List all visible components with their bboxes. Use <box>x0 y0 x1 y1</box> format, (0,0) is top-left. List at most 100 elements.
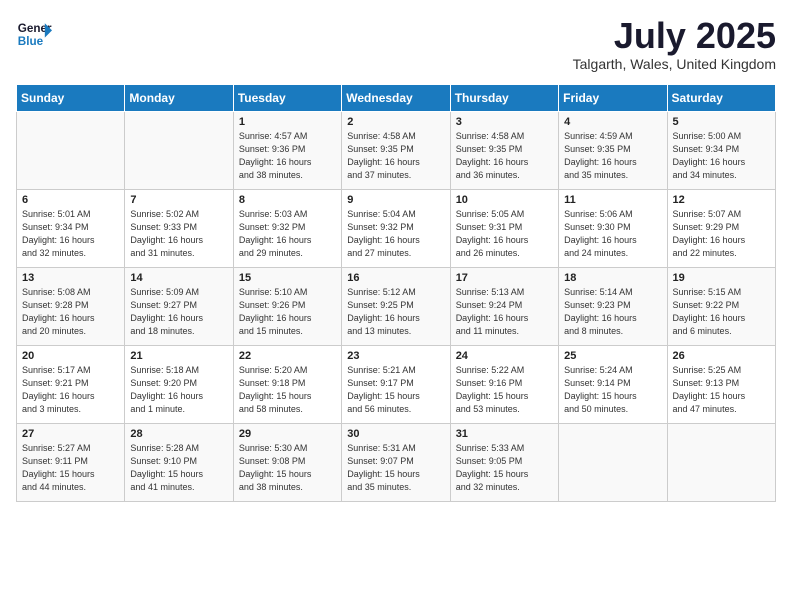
day-info: Sunrise: 4:58 AMSunset: 9:35 PMDaylight:… <box>456 130 553 182</box>
calendar-cell: 11Sunrise: 5:06 AMSunset: 9:30 PMDayligh… <box>559 189 667 267</box>
calendar-cell: 20Sunrise: 5:17 AMSunset: 9:21 PMDayligh… <box>17 345 125 423</box>
day-info: Sunrise: 5:00 AMSunset: 9:34 PMDaylight:… <box>673 130 770 182</box>
day-info: Sunrise: 5:08 AMSunset: 9:28 PMDaylight:… <box>22 286 119 338</box>
calendar-cell: 2 Sunrise: 4:58 AMSunset: 9:35 PMDaylight… <box>342 111 450 189</box>
day-number: 14 <box>130 272 227 284</box>
calendar-cell: 8Sunrise: 5:03 AMSunset: 9:32 PMDaylight… <box>233 189 341 267</box>
calendar-cell: 13 Sunrise: 5:08 AMSunset: 9:28 PMDayligh… <box>17 267 125 345</box>
day-info: Sunrise: 5:01 AMSunset: 9:34 PMDaylight:… <box>22 208 119 260</box>
calendar-cell: 9 Sunrise: 5:04 AMSunset: 9:32 PMDaylight… <box>342 189 450 267</box>
day-info: Sunrise: 5:09 AMSunset: 9:27 PMDaylight:… <box>130 286 227 338</box>
day-number: 9 <box>347 194 444 206</box>
day-number: 11 <box>564 194 661 206</box>
calendar-cell: 30 Sunrise: 5:31 AMSunset: 9:07 PMDayligh… <box>342 423 450 501</box>
calendar-cell: 7Sunrise: 5:02 AMSunset: 9:33 PMDaylight… <box>125 189 233 267</box>
week-row-4: 20Sunrise: 5:17 AMSunset: 9:21 PMDayligh… <box>17 345 776 423</box>
weekday-header-wednesday: Wednesday <box>342 84 450 111</box>
weekday-header-row: SundayMondayTuesdayWednesdayThursdayFrid… <box>17 84 776 111</box>
day-info: Sunrise: 5:30 AMSunset: 9:08 PMDaylight:… <box>239 442 336 494</box>
day-number: 13 <box>22 272 119 284</box>
day-info: Sunrise: 5:05 AMSunset: 9:31 PMDaylight:… <box>456 208 553 260</box>
calendar-cell: 28Sunrise: 5:28 AMSunset: 9:10 PMDayligh… <box>125 423 233 501</box>
day-info: Sunrise: 5:15 AMSunset: 9:22 PMDaylight:… <box>673 286 770 338</box>
calendar-cell <box>125 111 233 189</box>
calendar-cell: 24 Sunrise: 5:22 AMSunset: 9:16 PMDayligh… <box>450 345 558 423</box>
calendar-cell <box>667 423 775 501</box>
day-number: 4 <box>564 116 661 128</box>
calendar-cell <box>17 111 125 189</box>
day-number: 22 <box>239 350 336 362</box>
day-info: Sunrise: 5:31 AMSunset: 9:07 PMDaylight:… <box>347 442 444 494</box>
page-header: General Blue July 2025 Talgarth, Wales, … <box>16 16 776 72</box>
day-info: Sunrise: 5:12 AMSunset: 9:25 PMDaylight:… <box>347 286 444 338</box>
weekday-header-thursday: Thursday <box>450 84 558 111</box>
day-number: 5 <box>673 116 770 128</box>
day-info: Sunrise: 5:33 AMSunset: 9:05 PMDaylight:… <box>456 442 553 494</box>
day-info: Sunrise: 5:07 AMSunset: 9:29 PMDaylight:… <box>673 208 770 260</box>
day-number: 29 <box>239 428 336 440</box>
day-info: Sunrise: 4:58 AMSunset: 9:35 PMDaylight:… <box>347 130 444 182</box>
day-info: Sunrise: 4:59 AMSunset: 9:35 PMDaylight:… <box>564 130 661 182</box>
logo: General Blue <box>16 16 52 52</box>
calendar-table: SundayMondayTuesdayWednesdayThursdayFrid… <box>16 84 776 502</box>
calendar-cell: 14 Sunrise: 5:09 AMSunset: 9:27 PMDayligh… <box>125 267 233 345</box>
week-row-1: 1 Sunrise: 4:57 AMSunset: 9:36 PMDaylight… <box>17 111 776 189</box>
day-number: 17 <box>456 272 553 284</box>
day-info: Sunrise: 5:18 AMSunset: 9:20 PMDaylight:… <box>130 364 227 416</box>
title-block: July 2025 Talgarth, Wales, United Kingdo… <box>573 16 776 72</box>
day-number: 24 <box>456 350 553 362</box>
day-number: 1 <box>239 116 336 128</box>
day-info: Sunrise: 4:57 AMSunset: 9:36 PMDaylight:… <box>239 130 336 182</box>
logo-icon: General Blue <box>16 16 52 52</box>
day-number: 27 <box>22 428 119 440</box>
weekday-header-saturday: Saturday <box>667 84 775 111</box>
calendar-cell: 17 Sunrise: 5:13 AMSunset: 9:24 PMDayligh… <box>450 267 558 345</box>
day-info: Sunrise: 5:25 AMSunset: 9:13 PMDaylight:… <box>673 364 770 416</box>
day-number: 3 <box>456 116 553 128</box>
day-number: 23 <box>347 350 444 362</box>
location-subtitle: Talgarth, Wales, United Kingdom <box>573 56 776 72</box>
calendar-cell: 26Sunrise: 5:25 AMSunset: 9:13 PMDayligh… <box>667 345 775 423</box>
day-number: 16 <box>347 272 444 284</box>
day-number: 25 <box>564 350 661 362</box>
day-info: Sunrise: 5:20 AMSunset: 9:18 PMDaylight:… <box>239 364 336 416</box>
calendar-cell: 27 Sunrise: 5:27 AMSunset: 9:11 PMDayligh… <box>17 423 125 501</box>
calendar-cell: 6 Sunrise: 5:01 AMSunset: 9:34 PMDaylight… <box>17 189 125 267</box>
day-number: 6 <box>22 194 119 206</box>
calendar-cell: 12 Sunrise: 5:07 AMSunset: 9:29 PMDayligh… <box>667 189 775 267</box>
day-info: Sunrise: 5:10 AMSunset: 9:26 PMDaylight:… <box>239 286 336 338</box>
calendar-cell: 5 Sunrise: 5:00 AMSunset: 9:34 PMDaylight… <box>667 111 775 189</box>
weekday-header-monday: Monday <box>125 84 233 111</box>
month-title: July 2025 <box>573 16 776 56</box>
day-number: 12 <box>673 194 770 206</box>
weekday-header-sunday: Sunday <box>17 84 125 111</box>
day-number: 10 <box>456 194 553 206</box>
day-number: 31 <box>456 428 553 440</box>
day-info: Sunrise: 5:21 AMSunset: 9:17 PMDaylight:… <box>347 364 444 416</box>
day-info: Sunrise: 5:04 AMSunset: 9:32 PMDaylight:… <box>347 208 444 260</box>
calendar-cell: 22 Sunrise: 5:20 AMSunset: 9:18 PMDayligh… <box>233 345 341 423</box>
week-row-2: 6 Sunrise: 5:01 AMSunset: 9:34 PMDaylight… <box>17 189 776 267</box>
day-info: Sunrise: 5:22 AMSunset: 9:16 PMDaylight:… <box>456 364 553 416</box>
day-info: Sunrise: 5:27 AMSunset: 9:11 PMDaylight:… <box>22 442 119 494</box>
weekday-header-friday: Friday <box>559 84 667 111</box>
day-number: 2 <box>347 116 444 128</box>
day-info: Sunrise: 5:28 AMSunset: 9:10 PMDaylight:… <box>130 442 227 494</box>
day-number: 15 <box>239 272 336 284</box>
day-info: Sunrise: 5:02 AMSunset: 9:33 PMDaylight:… <box>130 208 227 260</box>
day-number: 30 <box>347 428 444 440</box>
calendar-cell: 19Sunrise: 5:15 AMSunset: 9:22 PMDayligh… <box>667 267 775 345</box>
day-info: Sunrise: 5:17 AMSunset: 9:21 PMDaylight:… <box>22 364 119 416</box>
calendar-cell: 29 Sunrise: 5:30 AMSunset: 9:08 PMDayligh… <box>233 423 341 501</box>
calendar-cell: 31 Sunrise: 5:33 AMSunset: 9:05 PMDayligh… <box>450 423 558 501</box>
day-info: Sunrise: 5:13 AMSunset: 9:24 PMDaylight:… <box>456 286 553 338</box>
calendar-cell: 21Sunrise: 5:18 AMSunset: 9:20 PMDayligh… <box>125 345 233 423</box>
weekday-header-tuesday: Tuesday <box>233 84 341 111</box>
calendar-cell: 15 Sunrise: 5:10 AMSunset: 9:26 PMDayligh… <box>233 267 341 345</box>
svg-text:Blue: Blue <box>18 35 44 48</box>
calendar-cell: 4 Sunrise: 4:59 AMSunset: 9:35 PMDaylight… <box>559 111 667 189</box>
calendar-cell: 18Sunrise: 5:14 AMSunset: 9:23 PMDayligh… <box>559 267 667 345</box>
calendar-body: 1 Sunrise: 4:57 AMSunset: 9:36 PMDaylight… <box>17 111 776 501</box>
calendar-cell: 16 Sunrise: 5:12 AMSunset: 9:25 PMDayligh… <box>342 267 450 345</box>
day-info: Sunrise: 5:24 AMSunset: 9:14 PMDaylight:… <box>564 364 661 416</box>
